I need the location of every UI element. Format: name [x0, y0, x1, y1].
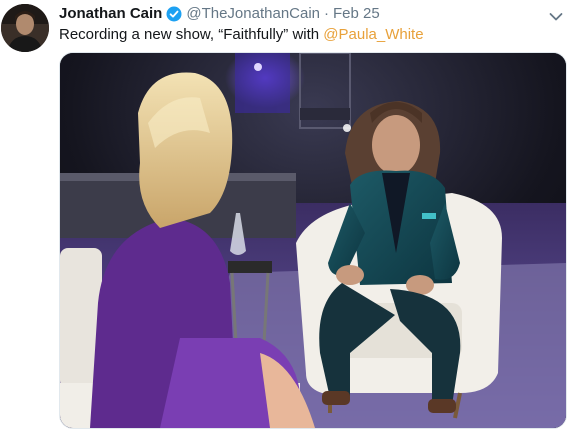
photo-content	[60, 53, 566, 428]
separator: ·	[324, 5, 330, 22]
tweet-header: Jonathan Cain @TheJonathanCain · Feb 25	[59, 5, 380, 23]
verified-badge-icon	[166, 6, 182, 22]
author-name[interactable]: Jonathan Cain	[59, 5, 162, 23]
avatar[interactable]	[1, 4, 49, 52]
author-handle[interactable]: @TheJonathanCain	[186, 5, 320, 23]
timestamp[interactable]: Feb 25	[333, 5, 380, 23]
tweet[interactable]: Jonathan Cain @TheJonathanCain · Feb 25 …	[0, 0, 567, 433]
chevron-down-icon[interactable]	[549, 9, 563, 21]
tweet-text-body: Recording a new show, “Faithfully” with	[59, 26, 324, 43]
tweet-photo[interactable]	[59, 52, 567, 429]
tweet-text: Recording a new show, “Faithfully” with …	[59, 25, 424, 45]
mention-link[interactable]: @Paula_White	[323, 26, 423, 43]
